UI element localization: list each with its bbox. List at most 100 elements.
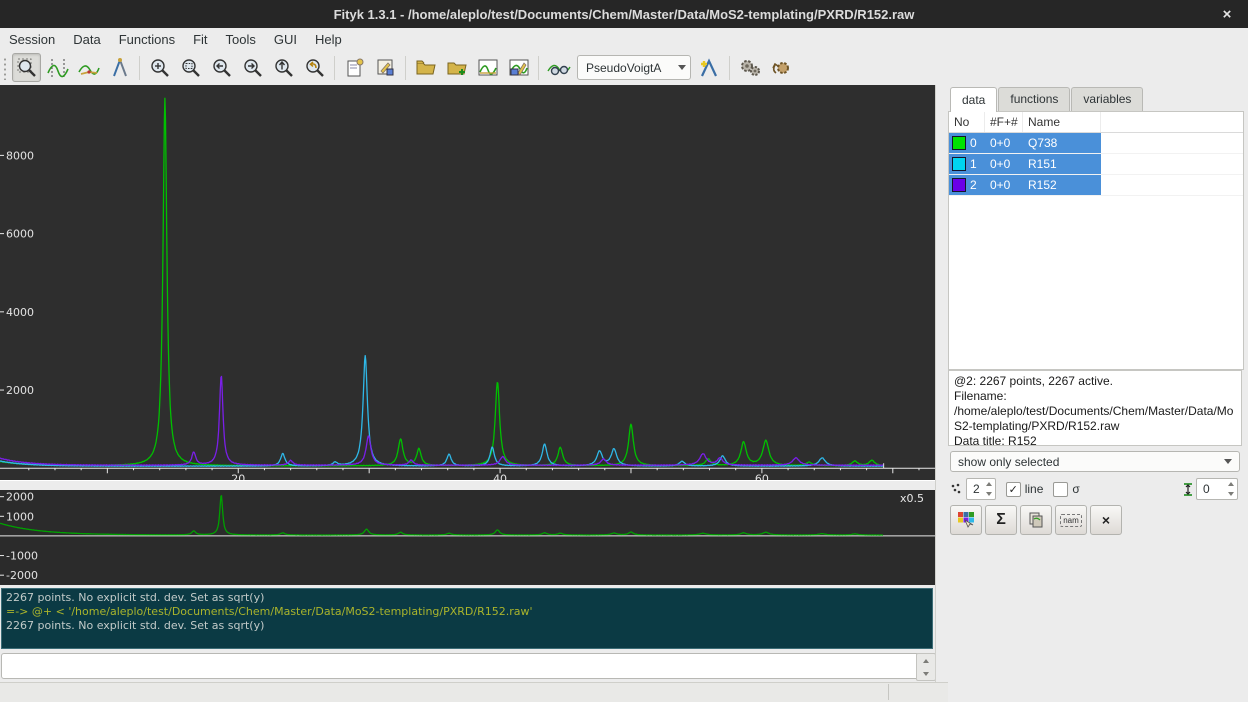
guess-peak-button[interactable] xyxy=(544,53,573,82)
svg-text:1000: 1000 xyxy=(6,510,34,523)
data-range-mode-button[interactable] xyxy=(43,53,72,82)
sidebar-tabs: data functions variables xyxy=(950,87,1144,112)
svg-text:8000: 8000 xyxy=(6,149,34,162)
status-separator xyxy=(888,684,889,700)
point-size-stepper[interactable]: 2 xyxy=(966,478,996,500)
dataset-fcount: 0+0 xyxy=(985,154,1023,174)
toolbar-separator xyxy=(405,56,406,80)
dataset-color-swatch[interactable] xyxy=(952,178,966,192)
zoom-selection-button[interactable] xyxy=(176,53,205,82)
add-peak-button[interactable] xyxy=(695,53,724,82)
dataset-number: 2 xyxy=(949,175,985,195)
spin-down-icon[interactable] xyxy=(1228,492,1234,496)
svg-text:2000: 2000 xyxy=(6,384,34,397)
zoom-all-button[interactable] xyxy=(300,53,329,82)
command-history-spinner[interactable] xyxy=(916,653,936,681)
toolbar-separator xyxy=(139,56,140,80)
console-line: 2267 points. No explicit std. dev. Set a… xyxy=(6,619,932,633)
line-checkbox[interactable]: ✓ xyxy=(1006,482,1021,497)
toolbar: PseudoVoigtA xyxy=(0,50,1248,86)
sigma-checkbox-label: σ xyxy=(1072,482,1079,496)
tab-data[interactable]: data xyxy=(950,87,997,112)
spin-down-icon[interactable] xyxy=(986,492,992,496)
menu-item-fit[interactable]: Fit xyxy=(184,30,216,49)
lambda-plus-icon xyxy=(698,56,722,80)
copy-data-button[interactable] xyxy=(1020,505,1052,535)
aux-plot[interactable]: 20001000-1000-2000 xyxy=(0,490,936,585)
toolbar-drag-handle[interactable] xyxy=(2,56,8,80)
menu-item-session[interactable]: Session xyxy=(0,30,64,49)
sidebar: data functions variables No #F+# Name 00… xyxy=(948,85,1248,702)
dataset-color-swatch[interactable] xyxy=(952,136,966,150)
title-bar[interactable]: Fityk 1.3.1 - /home/aleplo/test/Document… xyxy=(0,0,1248,28)
zoom-right-icon xyxy=(242,57,264,79)
zoom-previous-button[interactable] xyxy=(207,53,236,82)
trace-R151 xyxy=(0,356,883,467)
menu-item-tools[interactable]: Tools xyxy=(217,30,265,49)
spin-down-icon[interactable] xyxy=(923,672,929,676)
background-mode-button[interactable] xyxy=(74,53,103,82)
zoom-left-icon xyxy=(211,57,233,79)
table-row[interactable]: 20+0R152 xyxy=(949,175,1243,196)
col-f: #F+# xyxy=(985,112,1023,132)
dataset-color-swatch[interactable] xyxy=(952,157,966,171)
dataset-number: 1 xyxy=(949,154,985,174)
sigma-checkbox[interactable] xyxy=(1053,482,1068,497)
baseline-curve-icon xyxy=(78,57,100,79)
undo-fit-button[interactable] xyxy=(766,53,795,82)
zoom-next-button[interactable] xyxy=(238,53,267,82)
sum-button[interactable]: Σ xyxy=(985,505,1017,535)
new-session-button[interactable] xyxy=(340,53,369,82)
function-type-select[interactable]: PseudoVoigtA xyxy=(577,55,691,80)
zoom-in-button[interactable] xyxy=(145,53,174,82)
open-data-button[interactable] xyxy=(411,53,440,82)
command-input[interactable] xyxy=(1,653,920,679)
edit-script-button[interactable] xyxy=(371,53,400,82)
dataset-fcount: 0+0 xyxy=(985,133,1023,153)
spin-up-icon[interactable] xyxy=(986,482,992,486)
col-no: No xyxy=(949,112,985,132)
spin-up-icon[interactable] xyxy=(1228,482,1234,486)
add-peak-mode-button[interactable] xyxy=(105,53,134,82)
zoom-vertical-icon xyxy=(273,57,295,79)
copy-sheets-icon xyxy=(1027,511,1045,529)
menu-item-data[interactable]: Data xyxy=(64,30,109,49)
data-info-line: Data title: R152 xyxy=(954,434,1236,449)
colors-button[interactable] xyxy=(950,505,982,535)
tab-functions[interactable]: functions xyxy=(998,87,1070,112)
edit-script-icon xyxy=(375,57,397,79)
shift-icon xyxy=(1183,482,1193,497)
run-fit-button[interactable] xyxy=(735,53,764,82)
save-image-button[interactable] xyxy=(504,53,533,82)
delete-dataset-button[interactable]: × xyxy=(1090,505,1122,535)
menu-item-functions[interactable]: Functions xyxy=(110,30,184,49)
main-plot[interactable]: 2040602000400060008000 xyxy=(0,85,936,480)
rename-button[interactable]: nam xyxy=(1055,505,1087,535)
tab-variables[interactable]: variables xyxy=(1071,87,1143,112)
trace-residual xyxy=(0,496,883,535)
compass-icon xyxy=(109,57,131,79)
console-output[interactable]: 2267 points. No explicit std. dev. Set a… xyxy=(1,588,933,649)
zoom-vertical-button[interactable] xyxy=(269,53,298,82)
show-filter-select[interactable]: show only selected xyxy=(950,451,1240,472)
svg-text:4000: 4000 xyxy=(6,306,34,319)
table-row[interactable]: 10+0R151 xyxy=(949,154,1243,175)
trace-Q738 xyxy=(0,98,883,466)
console-line: =-> @+ < '/home/aleplo/test/Documents/Ch… xyxy=(6,605,932,619)
zoom-undo-icon xyxy=(304,57,326,79)
shift-stepper[interactable]: 0 xyxy=(1196,478,1238,500)
pane-splitter[interactable] xyxy=(935,85,949,682)
folder-open-icon xyxy=(415,57,437,79)
export-data-button[interactable] xyxy=(473,53,502,82)
append-data-button[interactable] xyxy=(442,53,471,82)
spin-up-icon[interactable] xyxy=(923,659,929,663)
show-filter-value: show only selected xyxy=(958,455,1059,469)
menu-item-gui[interactable]: GUI xyxy=(265,30,306,49)
zoom-mode-button[interactable] xyxy=(12,53,41,82)
trace-R152 xyxy=(0,376,883,465)
menu-item-help[interactable]: Help xyxy=(306,30,351,49)
table-row[interactable]: 00+0Q738 xyxy=(949,133,1243,154)
magnifier-icon xyxy=(16,57,38,79)
close-icon[interactable]: × xyxy=(1216,3,1238,25)
col-name: Name xyxy=(1023,112,1101,132)
